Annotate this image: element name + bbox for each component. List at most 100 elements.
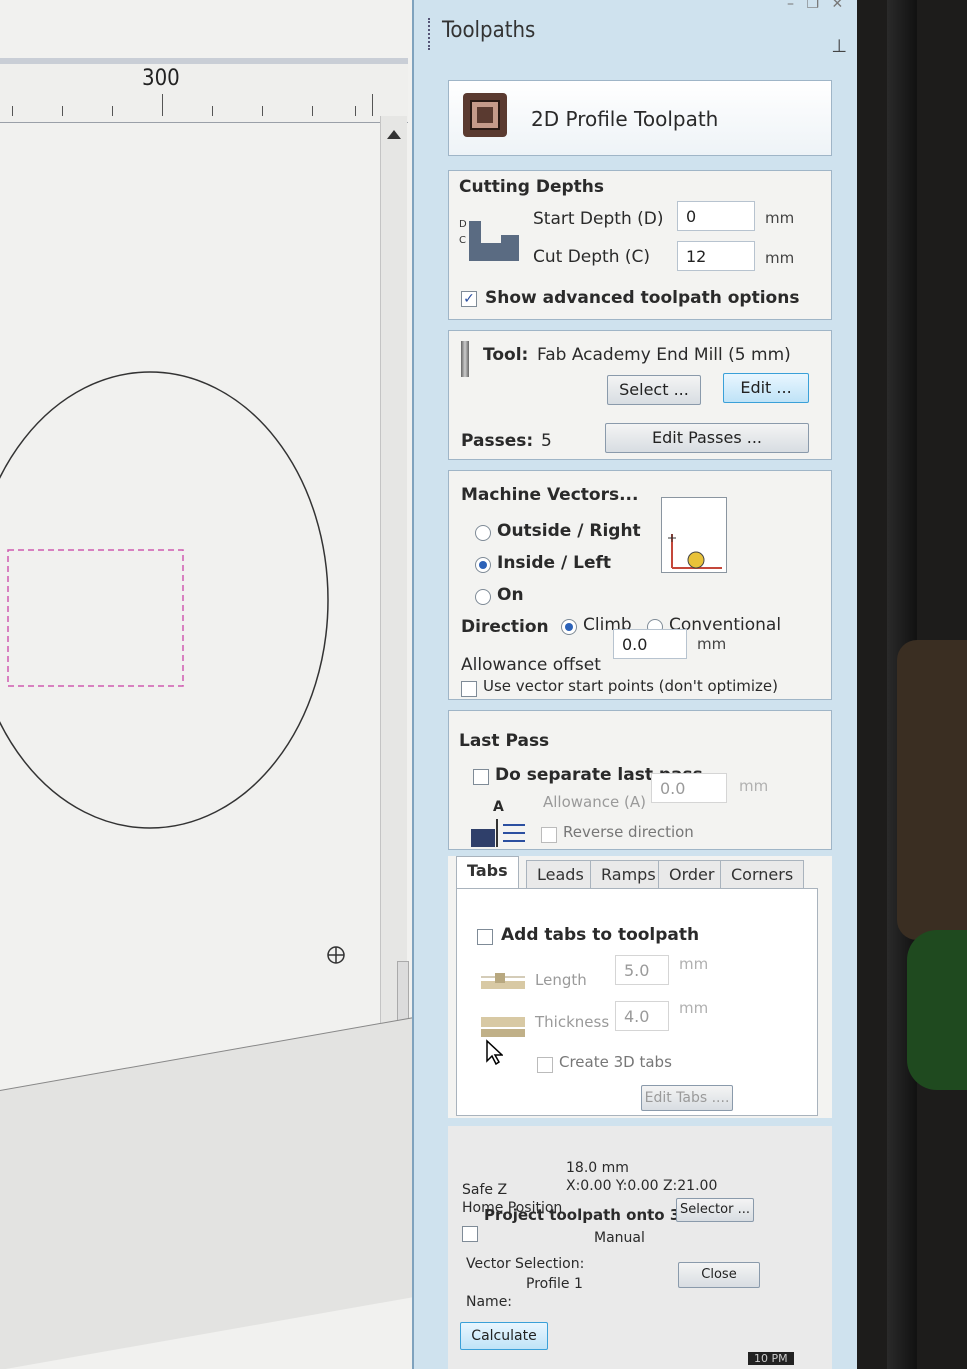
rectangle-vector [7,549,184,687]
safe-z-value: 18.0 mm [566,1160,629,1176]
create-3d-tabs-checkbox[interactable] [537,1057,553,1073]
tool-name: Fab Academy End Mill (5 mm) [537,345,791,365]
cutting-depths-heading: Cutting Depths [459,177,605,197]
last-pass-allowance-field[interactable]: 0.0 [651,773,727,803]
on-radio[interactable] [475,589,491,605]
climb-radio[interactable] [561,619,577,635]
tab-ramps[interactable]: Ramps [590,860,667,889]
tab-thickness-unit: mm [679,999,709,1017]
tool-label: Tool: [483,345,529,365]
select-tool-button[interactable]: Select ... [607,375,701,405]
last-pass-heading: Last Pass [459,731,550,751]
add-tabs-label: Add tabs to toolpath [501,925,700,945]
on-label: On [497,585,524,605]
depth-diagram-icon: D C [459,219,519,261]
dock-grip[interactable] [428,18,434,50]
close-button[interactable]: Close [678,1262,760,1288]
design-canvas[interactable]: 300 [0,0,420,1369]
allowance-offset-field[interactable]: 0.0 [613,629,687,659]
start-depth-field[interactable]: 0 [677,201,755,231]
header-title: 2D Profile Toolpath [531,107,719,131]
reverse-direction-checkbox[interactable] [541,827,557,843]
passes-label: Passes: [461,431,534,451]
machine-vectors-section: Machine Vectors... Outside / Right Insid… [448,470,832,700]
vector-start-checkbox[interactable] [461,681,477,697]
tab-corners[interactable]: Corners [720,860,805,889]
outside-right-label: Outside / Right [497,521,641,541]
allowance-offset-unit: mm [697,635,727,653]
background-object [897,640,967,940]
separate-last-pass-checkbox[interactable] [473,769,489,785]
vector-drawing[interactable] [0,0,420,1369]
last-pass-diagram-icon [471,819,525,847]
cut-depth-unit: mm [765,249,795,267]
name-label: Name: [466,1294,513,1310]
start-depth-label: Start Depth (D) [533,209,664,229]
inside-left-label: Inside / Left [497,553,612,573]
options-tab-section: Tabs Leads Ramps Order Corners Add tabs … [448,856,832,1118]
restore-icon[interactable]: ❐ [806,0,819,12]
last-pass-allowance-label: Allowance (A) [543,793,646,811]
monitor-bezel: – ❐ ✕ [787,0,967,1369]
reverse-direction-label: Reverse direction [563,823,694,841]
tool-section: Tool: Fab Academy End Mill (5 mm) Select… [448,330,832,460]
diagram-c-label: C [459,235,466,246]
minimize-icon[interactable]: – [787,0,794,12]
crosshair-icon [327,946,345,964]
safe-z-label: Safe Z [462,1182,508,1198]
tab-thickness-icon [481,1017,525,1037]
outside-right-radio[interactable] [475,525,491,541]
tab-thickness-field[interactable]: 4.0 [615,1001,669,1031]
inside-left-radio[interactable] [475,557,491,573]
last-pass-allowance-unit: mm [739,777,769,795]
close-window-icon[interactable]: ✕ [831,0,843,12]
window-controls: – ❐ ✕ [787,0,843,12]
pin-icon[interactable]: ⊥ [831,36,847,57]
diagram-d-label: D [459,219,467,230]
edit-tool-button[interactable]: Edit ... [723,373,809,403]
diagram-a-label: A [493,799,504,815]
machine-vectors-heading: Machine Vectors... [461,485,639,505]
create-3d-tabs-label: Create 3D tabs [559,1053,672,1071]
start-depth-unit: mm [765,209,795,227]
tab-length-label: Length [535,971,587,989]
toolpath-header: 2D Profile Toolpath [448,80,832,156]
tab-thickness-label: Thickness [535,1013,610,1031]
allowance-offset-label: Allowance offset [461,655,601,675]
tab-length-unit: mm [679,955,709,973]
taskbar-time: 10 PM [748,1352,794,1365]
vector-start-label: Use vector start points (don't optimize) [483,677,778,695]
project-3d-checkbox[interactable] [462,1226,478,1242]
calculate-button[interactable]: Calculate [460,1322,548,1350]
cut-depth-field[interactable]: 12 [677,241,755,271]
add-tabs-checkbox[interactable] [477,929,493,945]
advanced-options-checkbox[interactable]: ✓ [461,291,477,307]
tab-order[interactable]: Order [658,860,726,889]
profile-toolpath-icon [463,93,507,137]
cutting-depths-section: Cutting Depths D C Start Depth (D) 0 mm … [448,170,832,320]
vector-selection-label: Vector Selection: [466,1256,585,1272]
edit-tabs-button[interactable]: Edit Tabs .... [641,1085,733,1111]
home-position-value: X:0.00 Y:0.00 Z:21.00 [566,1178,718,1194]
vector-side-diagram-icon [661,497,727,573]
passes-value: 5 [541,431,552,451]
edit-passes-button[interactable]: Edit Passes ... [605,423,809,453]
vector-selection-value: Manual [594,1230,645,1246]
panel-title: Toolpaths [442,18,536,43]
footer-section: Safe Z 18.0 mm Home Position X:0.00 Y:0.… [448,1126,832,1369]
tool-bit-icon [461,341,469,377]
tab-tabs[interactable]: Tabs [456,856,519,890]
circle-vector [0,371,329,829]
tab-length-icon [481,973,525,989]
cut-depth-label: Cut Depth (C) [533,247,651,267]
tab-length-field[interactable]: 5.0 [615,955,669,985]
mouse-cursor-icon [486,1039,503,1065]
last-pass-section: Last Pass Do separate last pass A Allowa… [448,710,832,850]
direction-label: Direction [461,617,549,637]
background-object-green [907,930,967,1090]
tab-leads[interactable]: Leads [526,860,595,889]
selector-button[interactable]: Selector ... [676,1198,754,1222]
tab-content: Add tabs to toolpath Length 5.0 mm Thick… [456,888,818,1116]
toolpaths-panel: Toolpaths ⊥ 2D Profile Toolpath Cutting … [412,0,859,1369]
name-value: Profile 1 [526,1276,583,1292]
